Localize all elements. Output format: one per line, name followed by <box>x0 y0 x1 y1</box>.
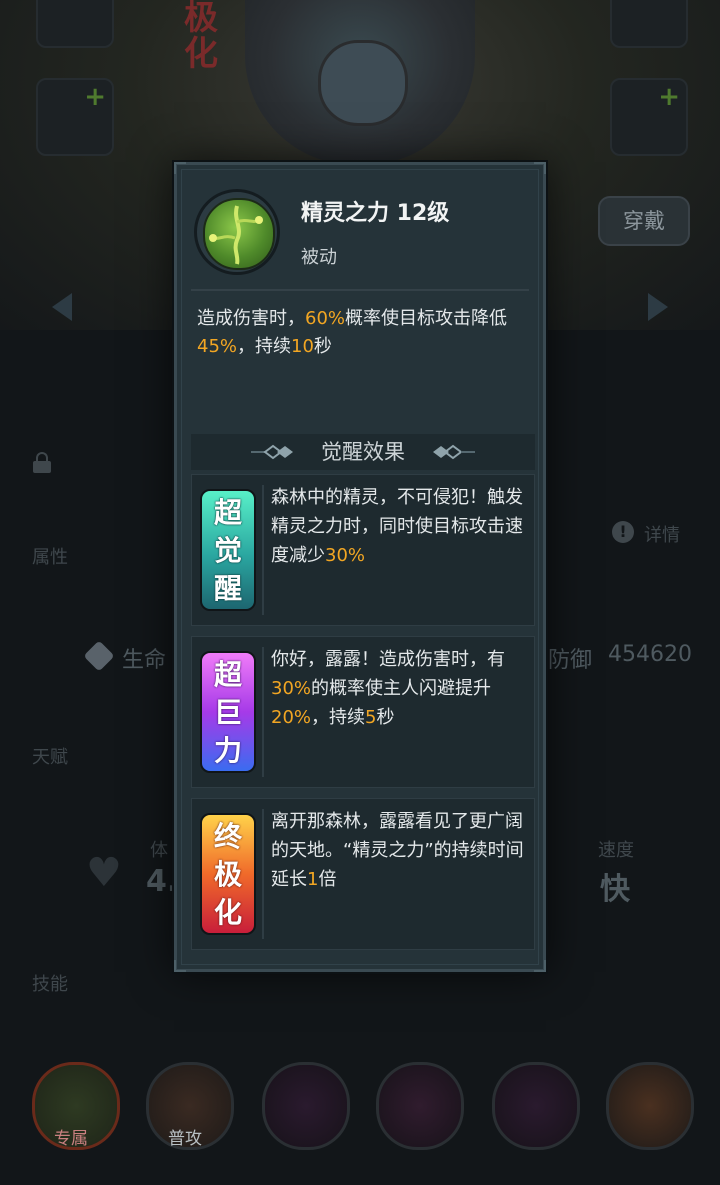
defense-value: 454620 <box>608 642 692 667</box>
skills-label: 技能 <box>32 974 68 995</box>
awakening-header: 觉醒效果 <box>191 434 535 470</box>
next-arrow-icon[interactable] <box>648 293 668 321</box>
lock-icon[interactable] <box>33 452 51 473</box>
effect-text: 你好，露露！造成伤害时，有30%的概率使主人闪避提升20%，持续5秒 <box>271 649 505 728</box>
equipment-slot-1[interactable] <box>36 0 114 48</box>
prev-arrow-icon[interactable] <box>52 293 72 321</box>
details-link[interactable]: 详情 <box>644 521 680 547</box>
super-power-badge: 超巨力 <box>200 651 256 773</box>
talent-label: 天赋 <box>32 747 68 768</box>
awakening-effect-card: 超觉醒 森林中的精灵，不可侵犯！触发精灵之力时，同时使目标攻击速度减少30% <box>191 474 535 626</box>
speed-label: 速度 <box>598 840 634 861</box>
awakening-title: 觉醒效果 <box>321 440 405 464</box>
equipment-slot-3[interactable] <box>610 0 688 48</box>
effect-text: 离开那森林，露露看见了更广阔的天地。“精灵之力”的持续时间延长1倍 <box>271 811 524 890</box>
skill-slot-5[interactable] <box>492 1062 580 1150</box>
divider <box>191 289 529 291</box>
equipment-slot-2[interactable]: + <box>36 78 114 156</box>
skill-type: 被动 <box>301 247 337 268</box>
equipment-slot-4[interactable]: + <box>610 78 688 156</box>
ornament-left-icon <box>251 444 293 460</box>
skill-slot-normal-attack-label: 普攻 <box>168 1129 202 1149</box>
super-awakening-badge: 超觉醒 <box>200 489 256 611</box>
ultimate-badge: 终极化 <box>200 813 256 935</box>
ornament-right-icon <box>433 444 475 460</box>
skill-slot-6[interactable] <box>606 1062 694 1150</box>
awakening-effect-card: 终极化 离开那森林，露露看见了更广阔的天地。“精灵之力”的持续时间延长1倍 <box>191 798 535 950</box>
hero-rank-label: 极化 <box>184 0 218 74</box>
awakening-effect-card: 超巨力 你好，露露！造成伤害时，有30%的概率使主人闪避提升20%，持续5秒 <box>191 636 535 788</box>
skill-detail-popup: 精灵之力 12级 被动 造成伤害时，60%概率使目标攻击降低45%，持续10秒 … <box>174 162 546 972</box>
add-icon: + <box>84 82 106 112</box>
skill-name: 精灵之力 12级 <box>301 201 450 226</box>
attributes-label: 属性 <box>32 547 68 568</box>
skill-slot-3[interactable] <box>262 1062 350 1150</box>
info-icon[interactable]: ! <box>612 521 634 543</box>
body-label: 体 <box>150 840 168 861</box>
skill-icon <box>194 189 280 275</box>
skill-slot-4[interactable] <box>376 1062 464 1150</box>
skill-slot-exclusive-label: 专属 <box>54 1129 88 1149</box>
heart-icon: ♥ <box>86 850 122 896</box>
skill-description: 造成伤害时，60%概率使目标攻击降低45%，持续10秒 <box>197 308 508 357</box>
effect-text: 森林中的精灵，不可侵犯！触发精灵之力时，同时使目标攻击速度减少30% <box>271 487 523 566</box>
wear-button[interactable]: 穿戴 <box>598 196 690 246</box>
add-icon: + <box>658 82 680 112</box>
hero-face <box>318 40 408 126</box>
speed-value: 快 <box>600 872 630 907</box>
hp-label: 生命 <box>122 648 167 673</box>
defense-label: 防御 <box>548 648 593 673</box>
